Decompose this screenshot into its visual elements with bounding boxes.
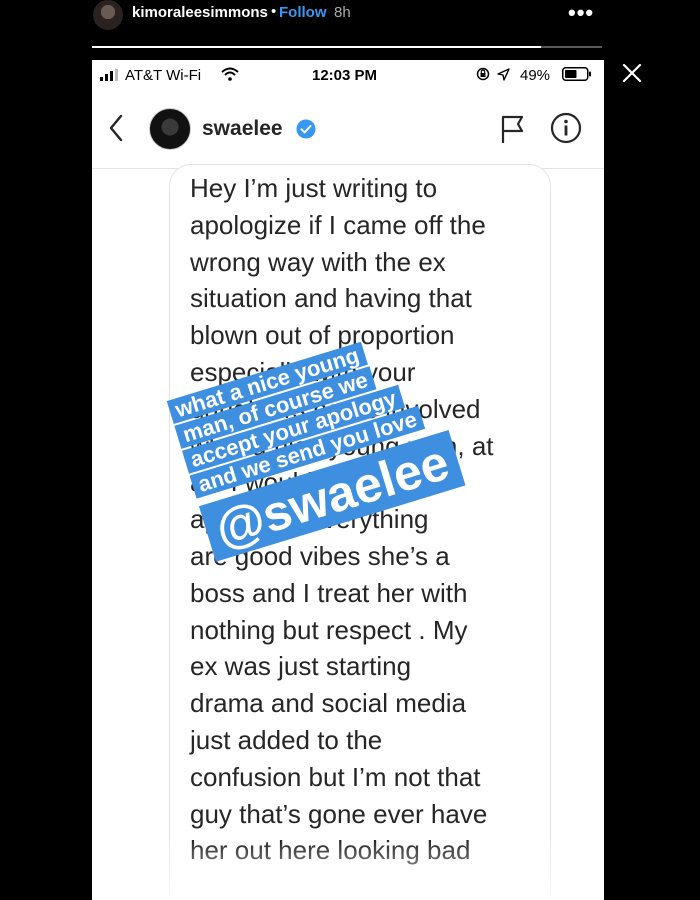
message-line: ex was just starting: [190, 651, 412, 682]
dm-username[interactable]: swaelee: [202, 117, 283, 141]
signal-icon: [100, 69, 118, 81]
rotation-lock-icon: [476, 67, 490, 81]
story-progress-bar: [92, 46, 602, 48]
close-icon[interactable]: [617, 58, 647, 88]
message-line: confusion but I’m not that: [190, 761, 481, 792]
story-username[interactable]: kimoraleesimmons: [132, 4, 268, 21]
info-icon[interactable]: [550, 112, 582, 144]
message-line: drama and social media: [190, 688, 467, 719]
message-line: situation and having that: [190, 283, 472, 314]
battery-percent: 49%: [520, 67, 551, 84]
message-line: boss and I treat her with: [190, 577, 468, 608]
flag-icon[interactable]: [500, 114, 526, 144]
verified-badge-icon: [296, 119, 316, 139]
message-line: Hey I’m just writing to: [190, 173, 438, 203]
more-options-icon[interactable]: •••: [568, 0, 594, 26]
location-arrow-icon: [497, 68, 510, 81]
message-line: wrong way with the ex: [190, 246, 446, 277]
dm-header: swaelee: [92, 90, 604, 169]
story-avatar[interactable]: [93, 0, 123, 30]
battery-icon: [562, 67, 591, 81]
follow-button[interactable]: Follow: [279, 4, 327, 21]
back-chevron-icon[interactable]: [106, 112, 126, 144]
message-line: apologize if I came off the: [190, 209, 486, 240]
message-line: just added to the: [190, 724, 383, 755]
story-progress-fill: [92, 46, 541, 48]
bottom-fade: [92, 840, 604, 900]
carrier-label: AT&T Wi-Fi: [125, 67, 202, 84]
story-header: kimoraleesimmons • Follow 8h •••: [0, 0, 700, 40]
dm-avatar[interactable]: [149, 108, 191, 150]
status-time: 12:03 PM: [312, 67, 378, 84]
wifi-icon: [221, 67, 239, 81]
separator-dot: •: [271, 3, 277, 20]
status-bar: AT&T Wi-Fi 12:03 PM 49%: [92, 60, 604, 90]
story-timestamp: 8h: [334, 4, 351, 21]
message-line: nothing but respect . My: [190, 614, 468, 645]
message-line: guy that’s gone ever have: [190, 798, 488, 829]
